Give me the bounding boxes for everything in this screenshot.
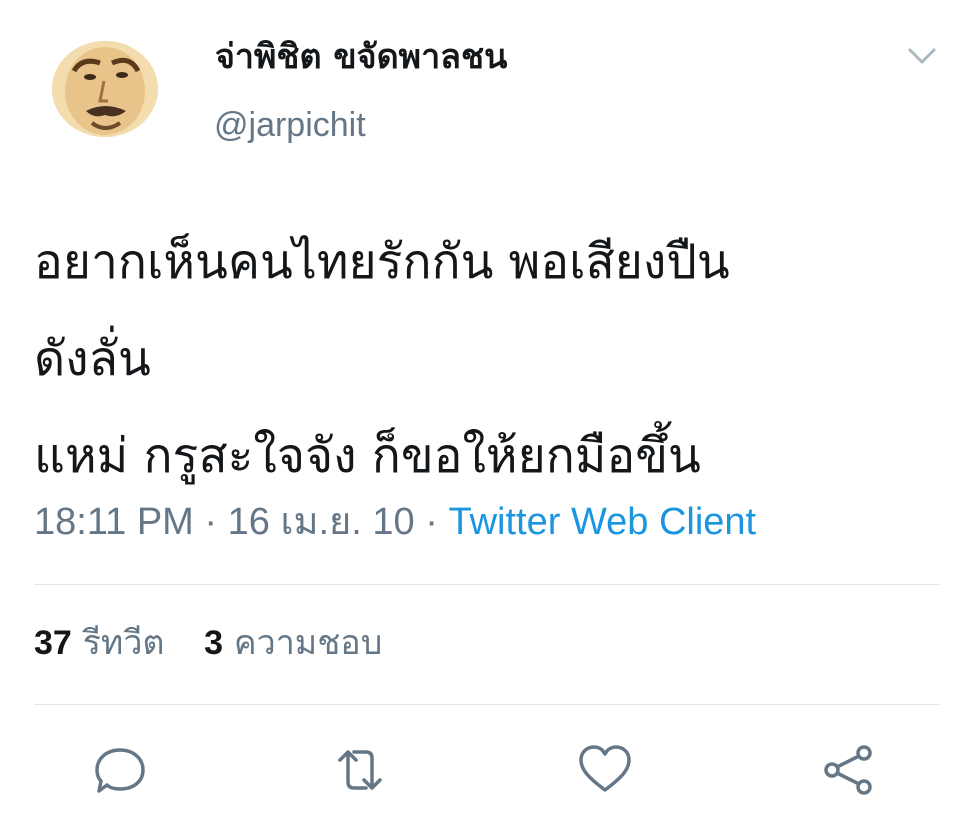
tweet-stats: 37 รีทวีต 3 ความชอบ (34, 626, 382, 660)
retweets-label: รีทวีต (82, 623, 165, 663)
reply-icon (95, 748, 145, 793)
retweet-button[interactable] (330, 740, 390, 800)
retweets-count: 37 (34, 624, 72, 662)
retweets-stat[interactable]: 37 รีทวีต (34, 626, 165, 660)
tweet-text-line: อยากเห็นคนไทยรักกัน พอเสียงปืน (34, 234, 730, 290)
tweet-text-line: ดังลั่น (34, 331, 151, 387)
chevron-down-icon[interactable] (905, 44, 939, 70)
likes-count: 3 (204, 624, 224, 662)
tweet-metadata: 18:11 PM · 16 เม.ย. 10 · Twitter Web Cli… (34, 503, 756, 541)
avatar-portrait-image (52, 41, 158, 137)
tweet-text: อยากเห็นคนไทยรักกัน พอเสียงปืน ดังลั่น แ… (34, 214, 944, 505)
meta-separator: · (204, 501, 218, 543)
tweet-text-line: แหม่ กรูสะใจจัง ก็ขอให้ยกมือขึ้น (34, 428, 701, 484)
meta-separator: · (425, 501, 438, 543)
tweet-date[interactable]: 16 เม.ย. 10 (228, 501, 415, 543)
likes-stat[interactable]: 3 ความชอบ (204, 626, 382, 660)
tweet-actions (0, 740, 960, 800)
heart-icon (579, 745, 631, 792)
likes-label: ความชอบ (233, 623, 383, 663)
reply-button[interactable] (90, 740, 150, 800)
tweet-source-link[interactable]: Twitter Web Client (448, 501, 756, 543)
divider (34, 704, 940, 705)
display-name[interactable]: จ่าพิชิต ขจัดพาลชน (215, 40, 507, 74)
divider (34, 584, 940, 585)
avatar[interactable] (52, 41, 158, 137)
share-button[interactable] (818, 740, 878, 800)
retweet-icon (338, 750, 382, 790)
like-button[interactable] (575, 740, 635, 800)
user-handle[interactable]: @jarpichit (214, 108, 366, 142)
share-icon (824, 745, 872, 795)
tweet-time[interactable]: 18:11 PM (34, 501, 194, 543)
